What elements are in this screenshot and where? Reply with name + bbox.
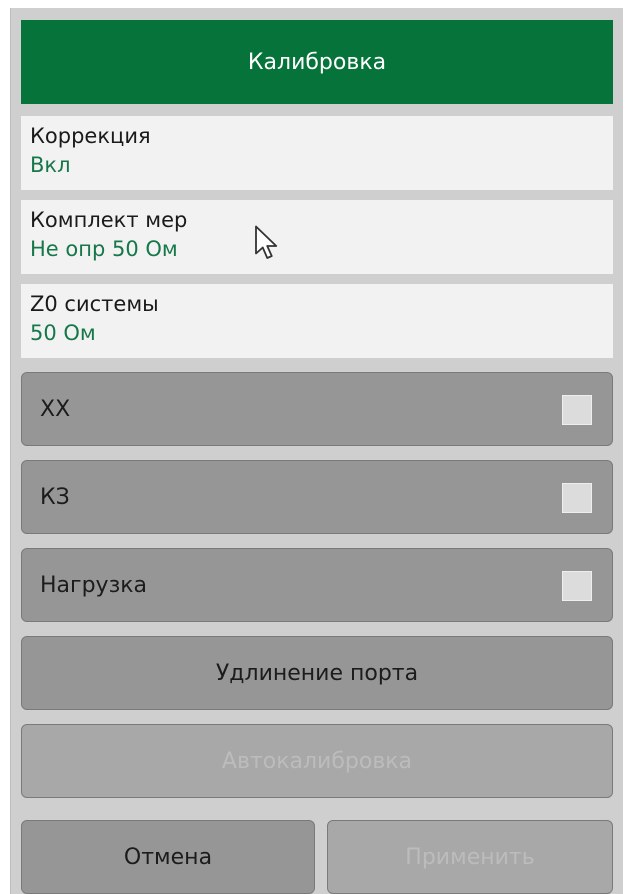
cal-kit-label: Комплект мер xyxy=(30,208,188,232)
z0-label: Z0 системы xyxy=(30,292,159,316)
mouse-cursor-icon xyxy=(255,225,278,259)
cal-kit-field[interactable]: Комплект мер Не опр 50 Ом xyxy=(21,200,613,274)
load-standard-button[interactable]: Нагрузка xyxy=(21,548,613,622)
calibration-panel: Калибровка Коррекция Вкл Комплект мер Не… xyxy=(10,8,623,894)
z0-field[interactable]: Z0 системы 50 Ом xyxy=(21,284,613,358)
open-standard-label: ХХ xyxy=(40,396,71,422)
port-extension-label: Удлинение порта xyxy=(215,660,419,686)
correction-label: Коррекция xyxy=(30,124,151,148)
autocalibration-button[interactable]: Автокалибровка xyxy=(21,724,613,798)
correction-field[interactable]: Коррекция Вкл xyxy=(21,116,613,190)
cancel-label: Отмена xyxy=(123,844,213,870)
correction-value: Вкл xyxy=(30,153,71,177)
load-standard-checkbox[interactable] xyxy=(562,571,592,601)
panel-title: Калибровка xyxy=(21,20,613,104)
panel-title-text: Калибровка xyxy=(247,49,387,75)
load-standard-label: Нагрузка xyxy=(40,572,148,598)
cancel-button[interactable]: Отмена xyxy=(21,820,315,894)
open-standard-button[interactable]: ХХ xyxy=(21,372,613,446)
apply-button[interactable]: Применить xyxy=(327,820,613,894)
short-standard-checkbox[interactable] xyxy=(562,483,592,513)
short-standard-label: КЗ xyxy=(40,484,70,510)
open-standard-checkbox[interactable] xyxy=(562,395,592,425)
apply-label: Применить xyxy=(405,844,535,870)
cal-kit-value: Не опр 50 Ом xyxy=(30,237,178,261)
short-standard-button[interactable]: КЗ xyxy=(21,460,613,534)
z0-value: 50 Ом xyxy=(30,321,96,345)
port-extension-button[interactable]: Удлинение порта xyxy=(21,636,613,710)
autocalibration-label: Автокалибровка xyxy=(221,748,413,774)
